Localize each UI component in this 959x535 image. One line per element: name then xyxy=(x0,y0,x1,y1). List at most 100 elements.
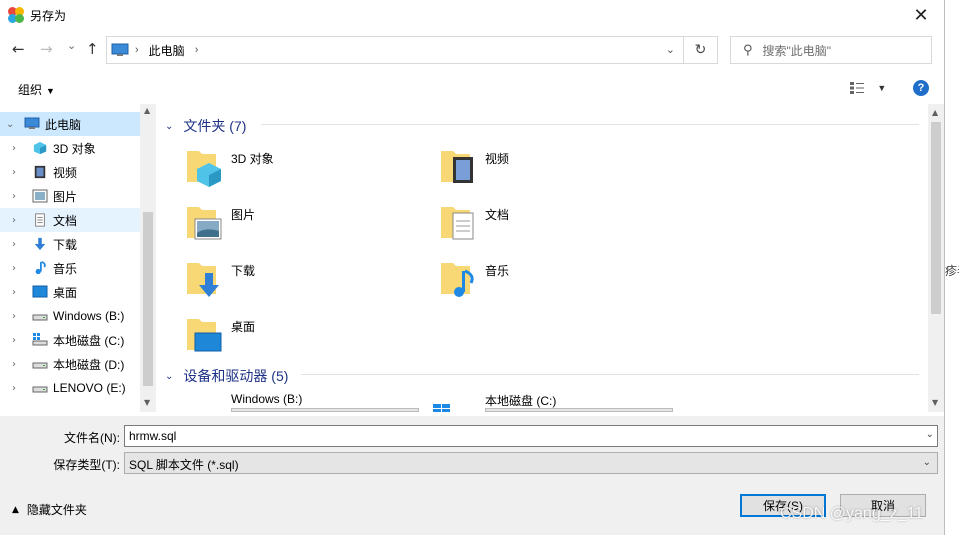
chevron-right-icon[interactable]: › xyxy=(12,263,16,274)
chevron-down-icon[interactable]: ⌄ xyxy=(6,119,14,130)
caret-up-icon[interactable]: ▲ xyxy=(12,505,19,515)
sidebar-scrollbar[interactable]: ▲ ▼ xyxy=(140,104,156,412)
organize-menu-button[interactable]: 组织 ▼ xyxy=(18,81,55,98)
folder-label[interactable]: 3D 对象 xyxy=(231,150,274,167)
forward-arrow-icon[interactable]: → xyxy=(40,40,53,58)
chevron-right-icon[interactable]: › xyxy=(135,44,139,56)
view-options-button[interactable]: ▼ xyxy=(850,80,886,94)
folders-group-title[interactable]: 文件夹 (7) xyxy=(183,116,246,136)
drive-tile-windows-b[interactable]: Windows (B:) xyxy=(157,386,419,412)
folder-label[interactable]: 音乐 xyxy=(485,262,509,279)
recent-locations-button[interactable]: ⌄ xyxy=(67,39,76,52)
sidebar-item-lenovo-e[interactable]: › LENOVO (E:) xyxy=(0,376,140,400)
scroll-up-icon[interactable]: ▲ xyxy=(932,108,938,117)
3d-objects-folder-icon[interactable] xyxy=(185,145,223,187)
chevron-down-icon[interactable]: ⌄ xyxy=(923,457,931,468)
address-bar[interactable]: › 此电脑 › ⌄ xyxy=(106,36,684,64)
folder-label[interactable]: 文档 xyxy=(485,206,509,223)
windows-logo-icon[interactable] xyxy=(433,404,451,412)
filetype-value[interactable]: SQL 脚本文件 (*.sql) xyxy=(129,458,239,472)
music-folder-icon[interactable] xyxy=(439,257,477,299)
folders-group-header[interactable]: ⌄ 文件夹 (7) xyxy=(165,116,246,136)
folder-tile-pictures[interactable]: 图片 xyxy=(157,198,397,248)
chevron-right-icon[interactable]: › xyxy=(12,191,16,202)
scroll-down-icon[interactable]: ▼ xyxy=(932,398,938,407)
sidebar-item-local-disk-c[interactable]: › 本地磁盘 (C:) xyxy=(0,328,140,352)
sidebar-item-desktop[interactable]: › 桌面 xyxy=(0,280,140,304)
folder-tile-3d-objects[interactable]: 3D 对象 xyxy=(157,142,397,192)
filename-field[interactable] xyxy=(124,425,938,447)
drive-label[interactable]: Windows (B:) xyxy=(231,392,302,406)
folder-label[interactable]: 桌面 xyxy=(231,318,255,335)
chevron-right-icon[interactable]: › xyxy=(12,383,16,394)
folder-tile-videos[interactable]: 视频 xyxy=(411,142,651,192)
desktop-folder-icon[interactable] xyxy=(185,313,223,355)
back-button[interactable]: ← xyxy=(12,40,25,58)
sidebar-item-pictures[interactable]: › 图片 xyxy=(0,184,140,208)
download-folder-icon[interactable] xyxy=(185,257,223,299)
drives-group-header[interactable]: ⌄ 设备和驱动器 (5) xyxy=(165,366,288,386)
drive-label[interactable]: 本地磁盘 (C:) xyxy=(485,392,556,409)
sidebar-item-3d-objects[interactable]: › 3D 对象 xyxy=(0,136,140,160)
scroll-down-icon[interactable]: ▼ xyxy=(144,398,150,407)
sidebar-item-this-pc[interactable]: ⌄ 此电脑 xyxy=(0,112,140,136)
breadcrumb-this-pc[interactable]: 此电脑 xyxy=(149,42,185,59)
sidebar-item-videos[interactable]: › 视频 xyxy=(0,160,140,184)
back-arrow-icon[interactable]: ← xyxy=(12,40,25,58)
chevron-right-icon[interactable]: › xyxy=(12,359,16,370)
drives-group-title[interactable]: 设备和驱动器 (5) xyxy=(183,366,288,386)
folder-tile-downloads[interactable]: 下载 xyxy=(157,254,397,304)
chevron-down-icon[interactable]: ⌄ xyxy=(165,371,173,382)
documents-folder-icon[interactable] xyxy=(439,201,477,243)
chevron-right-icon[interactable]: › xyxy=(12,311,16,322)
chevron-down-icon[interactable]: ⌄ xyxy=(165,121,173,132)
chevron-right-icon[interactable]: › xyxy=(12,239,16,250)
folder-tile-documents[interactable]: 文档 xyxy=(411,198,651,248)
refresh-icon[interactable]: ↻ xyxy=(695,42,707,58)
folder-label[interactable]: 图片 xyxy=(231,206,255,223)
refresh-button[interactable]: ↻ xyxy=(684,36,718,64)
file-list-pane[interactable]: ⌄ 文件夹 (7) 3D 对象 视频 图片 文档 下载 音乐 桌面 ⌄ 设备和驱… xyxy=(157,104,927,412)
chevron-right-icon[interactable]: › xyxy=(12,167,16,178)
close-button[interactable]: ✕ xyxy=(898,0,944,30)
sidebar-item-windows-b[interactable]: › Windows (B:) xyxy=(0,304,140,328)
video-folder-icon[interactable] xyxy=(439,145,477,187)
sidebar-item-downloads[interactable]: › 下载 xyxy=(0,232,140,256)
scroll-up-icon[interactable]: ▲ xyxy=(144,106,150,115)
search-box[interactable]: ⚲ 搜索"此电脑" xyxy=(730,36,932,64)
view-list-icon[interactable] xyxy=(850,81,864,94)
address-dropdown-icon[interactable]: ⌄ xyxy=(666,43,675,56)
hide-folders-label[interactable]: 隐藏文件夹 xyxy=(27,501,87,518)
up-button[interactable]: ↑ xyxy=(86,40,99,58)
help-icon[interactable]: ? xyxy=(918,82,925,94)
filename-dropdown-icon[interactable]: ⌄ xyxy=(926,429,934,440)
sidebar-item-documents[interactable]: › 文档 xyxy=(0,208,140,232)
sidebar-item-music[interactable]: › 音乐 xyxy=(0,256,140,280)
folder-label[interactable]: 视频 xyxy=(485,150,509,167)
folder-label[interactable]: 下载 xyxy=(231,262,255,279)
chevron-right-icon[interactable]: › xyxy=(195,44,199,56)
chevron-right-icon[interactable]: › xyxy=(12,215,16,226)
caret-down-icon[interactable]: ▼ xyxy=(877,83,886,93)
organize-label[interactable]: 组织 xyxy=(18,83,42,97)
hide-folders-toggle[interactable]: ▲ 隐藏文件夹 xyxy=(12,501,87,518)
folder-tile-desktop[interactable]: 桌面 xyxy=(157,310,397,360)
sidebar-item-local-disk-d[interactable]: › 本地磁盘 (D:) xyxy=(0,352,140,376)
chevron-right-icon[interactable]: › xyxy=(12,335,16,346)
pictures-folder-icon[interactable] xyxy=(185,201,223,243)
caret-down-icon[interactable]: ▼ xyxy=(46,86,55,96)
up-arrow-icon[interactable]: ↑ xyxy=(86,40,99,58)
filetype-select[interactable]: SQL 脚本文件 (*.sql) ⌄ xyxy=(124,452,938,474)
content-scrollbar[interactable]: ▲ ▼ xyxy=(928,104,944,412)
folder-tile-music[interactable]: 音乐 xyxy=(411,254,651,304)
help-button[interactable]: ? xyxy=(913,80,929,96)
drive-tile-local-disk-c[interactable]: 本地磁盘 (C:) xyxy=(411,386,673,412)
chevron-right-icon[interactable]: › xyxy=(12,143,16,154)
content-scroll-thumb[interactable] xyxy=(931,122,941,314)
search-input[interactable]: 搜索"此电脑" xyxy=(763,42,832,59)
close-icon[interactable]: ✕ xyxy=(913,5,928,26)
forward-button[interactable]: → xyxy=(40,40,53,58)
sidebar-scroll-thumb[interactable] xyxy=(143,212,153,386)
chevron-right-icon[interactable]: › xyxy=(12,287,16,298)
navigation-pane[interactable]: ⌄ 此电脑 › 3D 对象 › 视频 › 图片 › 文档 › 下载 › 音乐 ›… xyxy=(0,104,156,412)
